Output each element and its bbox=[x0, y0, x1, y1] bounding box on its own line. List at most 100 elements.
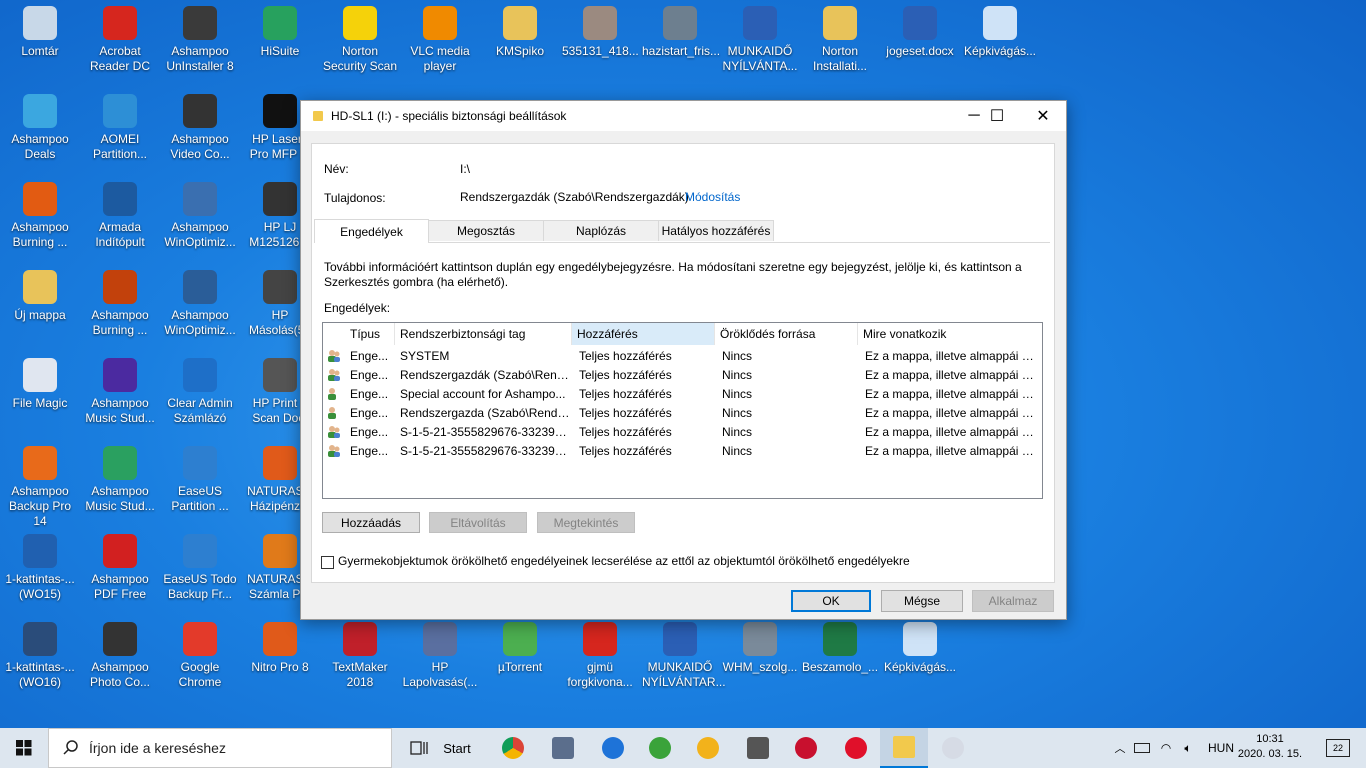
language-indicator[interactable]: HUN bbox=[1204, 728, 1238, 768]
remove-button[interactable]: Eltávolítás bbox=[429, 512, 527, 533]
table-row[interactable]: Enge... Special account for Ashampo... Tel… bbox=[323, 385, 1042, 404]
desktop-icon[interactable]: Acrobat Reader DC bbox=[82, 6, 158, 74]
app-icon bbox=[343, 622, 377, 656]
table-row[interactable]: Enge... Rendszergazdák (Szabó\Rend... Telj… bbox=[323, 366, 1042, 385]
desktop-icon[interactable]: Ashampoo PDF Free bbox=[82, 534, 158, 602]
desktop-icon[interactable]: MUNKAIDŐ NYÍLVÁNTA... bbox=[722, 6, 798, 74]
desktop-icon-label: jogeset.docx bbox=[886, 44, 954, 58]
desktop-icon[interactable]: jogeset.docx bbox=[882, 6, 958, 59]
desktop-icon[interactable]: MUNKAIDŐ NYÍLVÁNTAR... bbox=[642, 622, 726, 690]
replace-permissions-label[interactable]: Gyermekobjektumok örökölhető engedélyein… bbox=[338, 554, 910, 568]
paint-app-icon[interactable] bbox=[930, 728, 976, 768]
app-icon bbox=[23, 270, 57, 304]
replace-permissions-checkbox[interactable] bbox=[321, 556, 334, 569]
desktop-icon[interactable]: WHM_szolg... bbox=[722, 622, 798, 675]
maximize-button[interactable]: ☐ bbox=[974, 101, 1020, 131]
column-applies-to[interactable]: Mire vonatkozik bbox=[858, 323, 1042, 345]
app-icon bbox=[23, 446, 57, 480]
cancel-button[interactable]: Mégse bbox=[881, 590, 963, 612]
red-app-icon[interactable] bbox=[783, 728, 829, 768]
desktop-icon[interactable]: hazistart_fris... bbox=[642, 6, 720, 59]
windows-start-button[interactable] bbox=[0, 728, 48, 768]
desktop-icon[interactable]: Képkivágás... bbox=[882, 622, 958, 675]
desktop-icon[interactable]: Ashampoo Video Co... bbox=[162, 94, 238, 162]
battery-icon[interactable] bbox=[1132, 728, 1152, 768]
desktop-icon[interactable]: Lomtár bbox=[2, 6, 78, 59]
column-access[interactable]: Hozzáférés bbox=[572, 323, 715, 345]
table-row[interactable]: Enge... SYSTEM Teljes hozzáférés Nincs Ez a … bbox=[323, 347, 1042, 366]
desktop-icon[interactable]: Ashampoo Burning ... bbox=[2, 182, 78, 250]
desktop-icon[interactable]: KMSpiko bbox=[482, 6, 558, 59]
tab-effective-access[interactable]: Hatályos hozzáférés bbox=[658, 220, 774, 241]
store-icon[interactable] bbox=[735, 728, 781, 768]
desktop-icon[interactable]: Új mappa bbox=[2, 270, 78, 323]
clock[interactable]: 10:31 2020. 03. 15. bbox=[1236, 732, 1304, 762]
yellow-app-icon[interactable] bbox=[685, 728, 731, 768]
desktop-icon[interactable]: Képkivágás... bbox=[962, 6, 1038, 59]
desktop-icon[interactable]: AOMEI Partition... bbox=[82, 94, 158, 162]
desktop-icon[interactable]: Ashampoo Music Stud... bbox=[82, 446, 158, 514]
start-label[interactable]: Start bbox=[436, 728, 478, 768]
network-tool-icon[interactable] bbox=[540, 728, 586, 768]
desktop-icon[interactable]: 535131_418... bbox=[562, 6, 639, 59]
app-icon bbox=[823, 6, 857, 40]
edge-icon[interactable] bbox=[590, 728, 636, 768]
green-app-icon[interactable] bbox=[637, 728, 683, 768]
table-row[interactable]: Enge... S-1-5-21-3555829676-3323913... Tel… bbox=[323, 442, 1042, 461]
desktop-icon[interactable]: VLC media player bbox=[402, 6, 478, 74]
close-button[interactable]: ✕ bbox=[1020, 101, 1066, 131]
desktop-icon[interactable]: 1-kattintas-... (WO16) bbox=[2, 622, 78, 690]
desktop-icon[interactable]: Armada Indítópult bbox=[82, 182, 158, 250]
column-principal[interactable]: Rendszerbiztonsági tag bbox=[395, 323, 572, 345]
desktop-icon[interactable]: Clear Admin Számlázó bbox=[162, 358, 238, 426]
ok-button[interactable]: OK bbox=[791, 590, 871, 612]
desktop-icon[interactable]: Ashampoo WinOptimiz... bbox=[162, 182, 238, 250]
search-box[interactable]: Írjon ide a kereséshez bbox=[48, 728, 392, 768]
change-owner-link[interactable]: Módosítás bbox=[685, 190, 740, 204]
notification-center-icon[interactable]: 22 bbox=[1318, 728, 1358, 768]
desktop-icon-label: WHM_szolg... bbox=[722, 660, 798, 674]
column-inherited-from[interactable]: Öröklődés forrása bbox=[715, 323, 858, 345]
desktop-icon[interactable]: Google Chrome bbox=[162, 622, 238, 690]
desktop-icon[interactable]: EaseUS Todo Backup Fr... bbox=[162, 534, 238, 602]
opera-icon[interactable] bbox=[833, 728, 879, 768]
tab-auditing[interactable]: Naplózás bbox=[543, 220, 659, 241]
desktop-icon[interactable]: HiSuite bbox=[242, 6, 318, 59]
desktop-icon[interactable]: Ashampoo Deals bbox=[2, 94, 78, 162]
cell-access: Teljes hozzáférés bbox=[579, 368, 672, 382]
add-button[interactable]: Hozzáadás bbox=[322, 512, 420, 533]
wifi-icon[interactable]: ◠ bbox=[1156, 728, 1176, 768]
dialog-titlebar[interactable]: HD-SL1 (I:) - speciális biztonsági beáll… bbox=[301, 101, 1066, 131]
desktop-icon[interactable]: gjmü forgkivona... bbox=[562, 622, 638, 690]
desktop-icon[interactable]: EaseUS Partition ... bbox=[162, 446, 238, 514]
desktop-icon[interactable]: TextMaker 2018 bbox=[322, 622, 398, 690]
desktop-icon[interactable]: Norton Installati... bbox=[802, 6, 878, 74]
task-view-icon[interactable] bbox=[404, 728, 434, 768]
volume-icon[interactable]: 🔈︎ bbox=[1178, 728, 1198, 768]
desktop-icon[interactable]: Ashampoo Burning ... bbox=[82, 270, 158, 338]
view-button[interactable]: Megtekintés bbox=[537, 512, 635, 533]
tab-sharing[interactable]: Megosztás bbox=[428, 220, 544, 241]
desktop-icon[interactable]: File Magic bbox=[2, 358, 78, 411]
app-icon bbox=[743, 6, 777, 40]
permissions-list[interactable]: Típus Rendszerbiztonsági tag Hozzáférés … bbox=[322, 322, 1043, 499]
desktop-icon[interactable]: Ashampoo UnInstaller 8 bbox=[162, 6, 238, 74]
desktop-icon[interactable]: Ashampoo Backup Pro 14 bbox=[2, 446, 78, 529]
tab-permissions[interactable]: Engedélyek bbox=[314, 219, 429, 243]
desktop-icon[interactable]: Ashampoo WinOptimiz... bbox=[162, 270, 238, 338]
desktop-icon[interactable]: 1-kattintas-... (WO15) bbox=[2, 534, 78, 602]
desktop-icon[interactable]: Nitro Pro 8 bbox=[242, 622, 318, 675]
desktop-icon[interactable]: HP Lapolvasás(... bbox=[402, 622, 478, 690]
chrome-taskbar-icon[interactable] bbox=[490, 728, 536, 768]
desktop-icon[interactable]: Norton Security Scan bbox=[322, 6, 398, 74]
desktop-icon[interactable]: Beszamolo_... bbox=[802, 622, 878, 675]
table-row[interactable]: Enge... S-1-5-21-3555829676-3323913... Tel… bbox=[323, 423, 1042, 442]
file-explorer-icon[interactable] bbox=[880, 728, 928, 768]
desktop-icon[interactable]: Ashampoo Music Stud... bbox=[82, 358, 158, 426]
chevron-up-icon[interactable]: ︿ bbox=[1110, 728, 1130, 768]
column-type[interactable]: Típus bbox=[345, 323, 395, 345]
desktop-icon[interactable]: µTorrent bbox=[482, 622, 558, 675]
apply-button[interactable]: Alkalmaz bbox=[972, 590, 1054, 612]
desktop-icon[interactable]: Ashampoo Photo Co... bbox=[82, 622, 158, 690]
table-row[interactable]: Enge... Rendszergazda (Szabó\Rendsz... Tel… bbox=[323, 404, 1042, 423]
